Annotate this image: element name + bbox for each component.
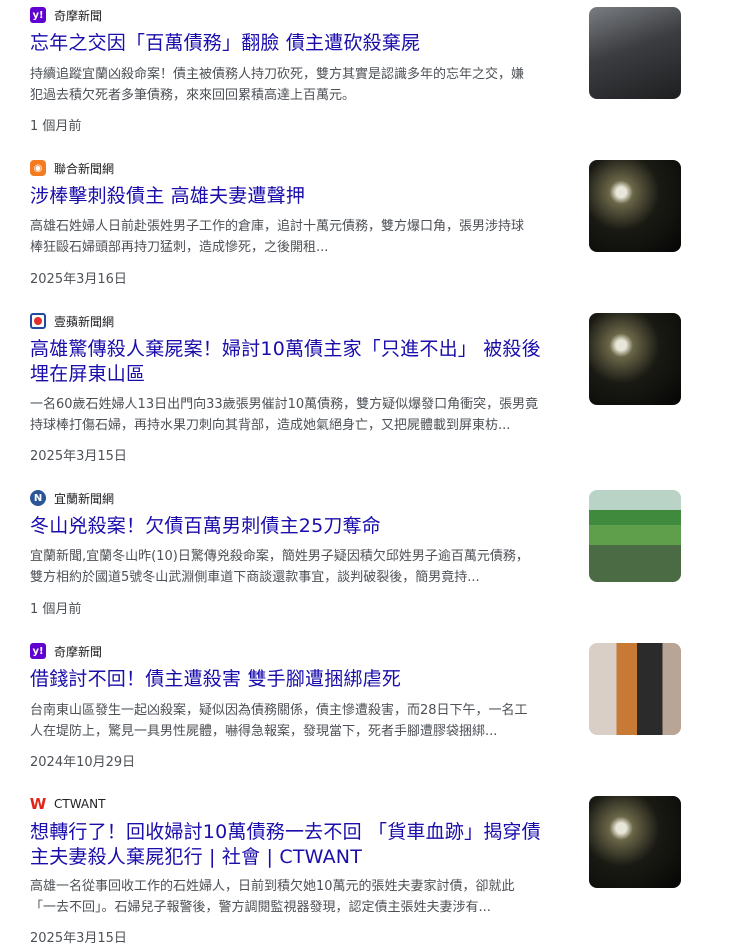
yahoo-logo-icon: y! [30, 643, 46, 659]
result-snippet: 高雄石姓婦人日前赴張姓男子工作的倉庫，追討十萬元債務，雙方爆口角，張男涉持球 棒… [30, 216, 575, 258]
result-date: 2025年3月15日 [30, 449, 127, 464]
result-thumbnail[interactable] [589, 313, 681, 405]
yilan-logo-icon: N [30, 490, 46, 506]
result-thumbnail[interactable] [589, 643, 681, 735]
result-thumbnail[interactable] [589, 490, 681, 582]
result-thumbnail[interactable] [589, 796, 681, 888]
title-line: 高雄驚傳殺人棄屍案！婦討10萬債主家「只進不出」 被殺後 [30, 338, 541, 360]
news-result-4[interactable]: N 宜蘭新聞網 冬山兇殺案！欠債百萬男刺債主25刀奪命 宜蘭新聞,宜蘭冬山昨(1… [30, 489, 681, 619]
result-date: 1 個月前 [30, 602, 82, 617]
result-title-link[interactable]: 借錢討不回！債主遭殺害 雙手腳遭捆綁虐死 [30, 667, 575, 692]
snippet-line: 高雄石姓婦人日前赴張姓男子工作的倉庫，追討十萬元債務，雙方爆口角，張男涉持球 [30, 219, 525, 234]
source-name: 壹蘋新聞網 [54, 314, 115, 329]
result-date: 1 個月前 [30, 119, 82, 134]
result-snippet: 台南東山區發生一起凶殺案，疑似因為債務關係，債主慘遭殺害，而28日下午，一名工 … [30, 700, 575, 742]
result-thumbnail[interactable] [589, 7, 681, 99]
news-source[interactable]: y! 奇摩新聞 [30, 6, 102, 24]
news-result-1[interactable]: y! 奇摩新聞 忘年之交因「百萬債務」翻臉 債主遭砍殺棄屍 持續追蹤宜蘭凶殺命案… [30, 6, 681, 136]
source-name: CTWANT [54, 797, 106, 811]
news-source[interactable]: 壹蘋新聞網 [30, 312, 114, 330]
news-result-6[interactable]: W CTWANT 想轉行了！回收婦討10萬債務一去不回 「貨車血跡」揭穿債 主夫… [30, 795, 681, 950]
title-line: 埋在屏東山區 [30, 363, 146, 385]
snippet-line: 台南東山區發生一起凶殺案，疑似因為債務關係，債主慘遭殺害，而28日下午，一名工 [30, 703, 528, 718]
source-name: 宜蘭新聞網 [54, 491, 115, 506]
news-source[interactable]: y! 奇摩新聞 [30, 642, 102, 660]
result-title-link[interactable]: 涉棒擊刺殺債主 高雄夫妻遭聲押 [30, 184, 575, 209]
news-result-5[interactable]: y! 奇摩新聞 借錢討不回！債主遭殺害 雙手腳遭捆綁虐死 台南東山區發生一起凶殺… [30, 642, 681, 772]
snippet-line: 宜蘭新聞,宜蘭冬山昨(10)日驚傳兇殺命案，簡姓男子疑因積欠邱姓男子逾百萬元債務… [30, 549, 529, 564]
snippet-line: 持續追蹤宜蘭凶殺命案！債主被債務人持刀砍死，雙方其實是認識多年的忘年之交，嫌 [30, 67, 525, 82]
result-title-link[interactable]: 冬山兇殺案！欠債百萬男刺債主25刀奪命 [30, 514, 575, 539]
result-title-link[interactable]: 忘年之交因「百萬債務」翻臉 債主遭砍殺棄屍 [30, 31, 575, 56]
result-date: 2024年10月29日 [30, 755, 136, 770]
ctwant-logo-icon: W [29, 795, 47, 813]
snippet-line: 一名60歲石姓婦人13日出門向33歲張男催討10萬債務，雙方疑似爆發口角衝突，張… [30, 397, 539, 412]
title-line: 主夫妻殺人棄屍犯行 | 社會 | CTWANT [30, 846, 362, 868]
yahoo-logo-icon: y! [30, 7, 46, 23]
snippet-line: 持球棒打傷石婦，再持水果刀刺向其背部，造成她氣絕身亡，又把屍體載到屏東枋... [30, 418, 511, 433]
news-source[interactable]: N 宜蘭新聞網 [30, 489, 114, 507]
news-source[interactable]: W CTWANT [29, 795, 106, 813]
nextapple-logo-icon [30, 313, 46, 329]
result-title-link[interactable]: 想轉行了！回收婦討10萬債務一去不回 「貨車血跡」揭穿債 主夫妻殺人棄屍犯行 |… [30, 820, 575, 870]
result-thumbnail[interactable] [589, 160, 681, 252]
news-result-3[interactable]: 壹蘋新聞網 高雄驚傳殺人棄屍案！婦討10萬債主家「只進不出」 被殺後 埋在屏東山… [30, 312, 681, 464]
title-line: 想轉行了！回收婦討10萬債務一去不回 「貨車血跡」揭穿債 [30, 821, 541, 843]
result-title-link[interactable]: 高雄驚傳殺人棄屍案！婦討10萬債主家「只進不出」 被殺後 埋在屏東山區 [30, 337, 575, 387]
udn-logo-icon: ◉ [30, 160, 46, 176]
result-snippet: 高雄一名從事回收工作的石姓婦人，日前到積欠她10萬元的張姓夫妻家討債，卻就此 「… [30, 876, 575, 918]
result-snippet: 宜蘭新聞,宜蘭冬山昨(10)日驚傳兇殺命案，簡姓男子疑因積欠邱姓男子逾百萬元債務… [30, 546, 575, 588]
snippet-line: 人在堤防上，驚見一具男性屍體，嚇得急報案，發現當下，死者手腳遭膠袋捆綁... [30, 724, 498, 739]
snippet-line: 棒狂毆石婦頭部再持刀猛刺，造成慘死，之後開租... [30, 240, 329, 255]
snippet-line: 雙方相約於國道5號冬山武淵側車道下商談還款事宜，談判破裂後，簡男竟持... [30, 570, 480, 585]
news-result-2[interactable]: ◉ 聯合新聞網 涉棒擊刺殺債主 高雄夫妻遭聲押 高雄石姓婦人日前赴張姓男子工作的… [30, 159, 681, 289]
result-date: 2025年3月15日 [30, 931, 127, 946]
snippet-line: 高雄一名從事回收工作的石姓婦人，日前到積欠她10萬元的張姓夫妻家討債，卻就此 [30, 879, 515, 894]
snippet-line: 「一去不回」。石婦兒子報警後，警方調閱監視器發現，認定債主張姓夫妻涉有... [30, 900, 491, 915]
news-source[interactable]: ◉ 聯合新聞網 [30, 159, 114, 177]
source-name: 奇摩新聞 [54, 8, 103, 23]
source-name: 奇摩新聞 [54, 644, 103, 659]
result-snippet: 持續追蹤宜蘭凶殺命案！債主被債務人持刀砍死，雙方其實是認識多年的忘年之交，嫌 犯… [30, 64, 575, 106]
result-snippet: 一名60歲石姓婦人13日出門向33歲張男催討10萬債務，雙方疑似爆發口角衝突，張… [30, 394, 575, 436]
snippet-line: 犯過去積欠死者多筆債務，來來回回累積高達上百萬元。 [30, 88, 356, 103]
result-date: 2025年3月16日 [30, 272, 127, 287]
source-name: 聯合新聞網 [54, 161, 115, 176]
